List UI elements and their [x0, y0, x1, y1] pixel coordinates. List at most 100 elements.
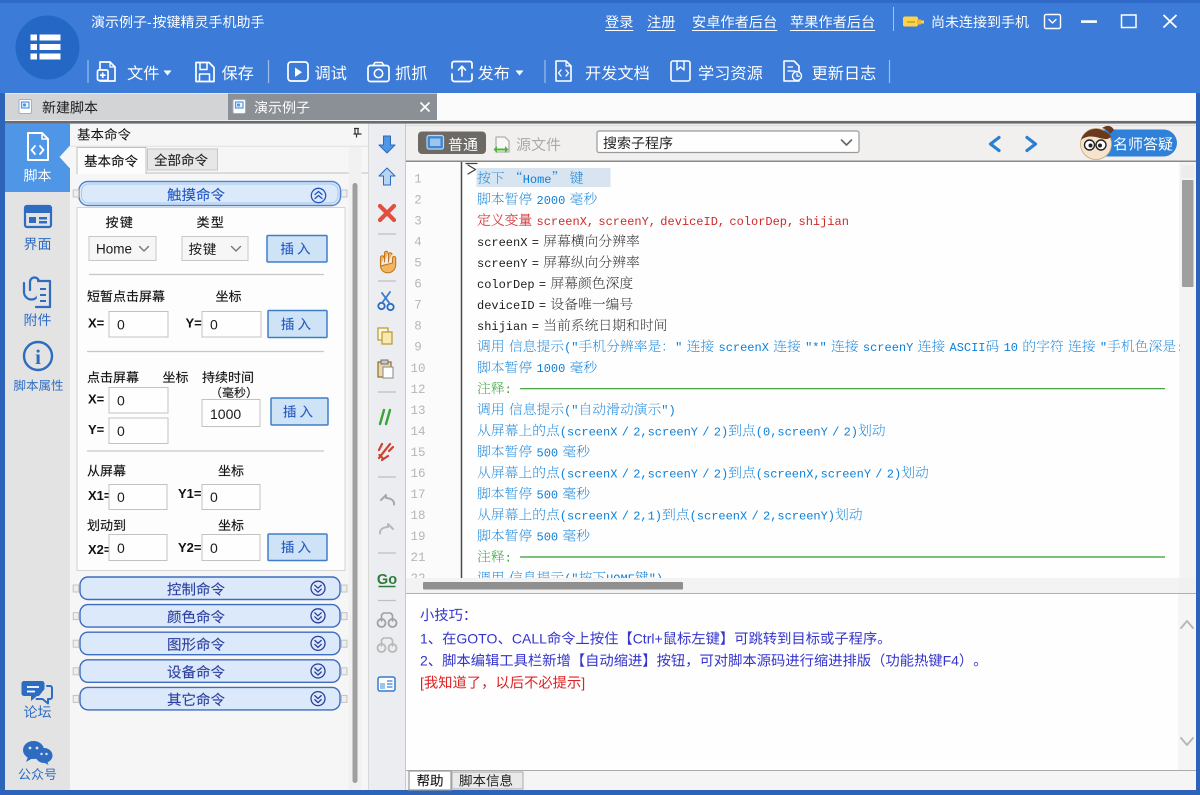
svg-text:15: 15	[410, 446, 425, 460]
svg-text:shijian: shijian	[477, 320, 527, 334]
svg-text:10: 10	[410, 362, 425, 376]
svg-text:=: =	[532, 257, 539, 271]
svg-text:]: ]	[581, 675, 585, 691]
svg-text:X1=: X1=	[88, 488, 112, 503]
svg-text:deviceID,: deviceID,	[660, 215, 725, 229]
svg-text:(screenX: (screenX	[560, 425, 618, 439]
svg-text:0: 0	[210, 317, 218, 333]
svg-text:19: 19	[410, 530, 425, 544]
svg-text:2): 2)	[714, 425, 728, 439]
svg-text:GOTO: GOTO	[456, 631, 497, 647]
svg-text:0: 0	[210, 540, 218, 556]
svg-text:6: 6	[414, 278, 422, 292]
svg-text:16: 16	[410, 467, 425, 481]
svg-text:X=: X=	[88, 392, 105, 407]
svg-text:": "	[1100, 341, 1107, 355]
svg-text:0: 0	[117, 489, 125, 505]
svg-text:screenY: screenY	[477, 257, 527, 271]
svg-text:Home: Home	[523, 173, 552, 187]
svg-text:Y=: Y=	[186, 316, 203, 331]
svg-text:2): 2)	[887, 467, 901, 481]
svg-text:(screenX: (screenX	[560, 467, 618, 481]
svg-text::: :	[505, 383, 512, 397]
svg-text:X2=: X2=	[88, 542, 112, 557]
svg-text:[: [	[420, 675, 424, 691]
svg-text:"*": "*"	[805, 341, 827, 355]
svg-text:1000: 1000	[537, 362, 566, 376]
svg-text:0: 0	[117, 540, 125, 556]
svg-text:=: =	[532, 236, 539, 250]
svg-text:9: 9	[414, 341, 422, 355]
svg-text:Y2=: Y2=	[178, 540, 202, 555]
svg-text:(": ("	[564, 341, 578, 355]
svg-text:(screenX: (screenX	[560, 509, 618, 523]
svg-text:2000: 2000	[537, 194, 566, 208]
svg-text:(0,screenY: (0,screenY	[756, 425, 828, 439]
svg-text:2: 2	[420, 653, 428, 669]
svg-text:500: 500	[537, 531, 559, 545]
svg-text:screenY: screenY	[863, 341, 913, 355]
svg-text:17: 17	[410, 488, 425, 502]
svg-text:Ctrl+: Ctrl+	[633, 631, 663, 647]
svg-text:2,screenY): 2,screenY)	[763, 509, 835, 523]
svg-text:7: 7	[414, 299, 422, 313]
svg-text:2: 2	[414, 193, 422, 207]
svg-text:21: 21	[410, 551, 425, 565]
svg-text:13: 13	[410, 404, 425, 418]
svg-text:Go: Go	[377, 572, 397, 588]
svg-text:0: 0	[117, 393, 125, 409]
svg-text:Y1=: Y1=	[178, 486, 202, 501]
svg-text:shijian: shijian	[799, 215, 849, 229]
svg-text:deviceID: deviceID	[477, 299, 535, 313]
svg-text:0: 0	[210, 489, 218, 505]
svg-text:=: =	[539, 278, 546, 292]
svg-text:2,screenY: 2,screenY	[633, 467, 698, 481]
svg-text:1: 1	[420, 631, 428, 647]
svg-text:colorDep,: colorDep,	[729, 215, 794, 229]
svg-text:2,screenY: 2,screenY	[633, 425, 698, 439]
svg-text:"): ")	[661, 404, 675, 418]
svg-text:screenX: screenX	[719, 341, 769, 355]
svg-text:CALL: CALL	[512, 631, 547, 647]
svg-text:screenY,: screenY,	[598, 215, 656, 229]
svg-text:screenX,: screenX,	[537, 215, 595, 229]
svg-text:4: 4	[414, 236, 422, 250]
svg-text:/: /	[622, 509, 629, 523]
svg-text:14: 14	[410, 425, 425, 439]
svg-text:": "	[675, 341, 682, 355]
svg-text:colorDep: colorDep	[477, 278, 535, 292]
svg-text:/: /	[702, 425, 709, 439]
svg-text::: :	[505, 552, 512, 566]
svg-text:screenX: screenX	[477, 236, 527, 250]
svg-text:(screenX,screenY: (screenX,screenY	[756, 467, 871, 481]
svg-text:-: -	[147, 14, 152, 30]
svg-text:/: /	[622, 467, 629, 481]
svg-text:(": ("	[564, 404, 578, 418]
svg-text:F4: F4	[943, 653, 960, 669]
svg-text:=: =	[539, 299, 546, 313]
svg-text:/: /	[752, 509, 759, 523]
svg-text:2): 2)	[844, 425, 858, 439]
svg-text:Y=: Y=	[88, 422, 105, 437]
svg-text:500: 500	[537, 488, 559, 502]
svg-text:/: /	[875, 467, 882, 481]
svg-text:/: /	[622, 425, 629, 439]
svg-text:1: 1	[414, 172, 422, 186]
svg-text:500: 500	[537, 446, 559, 460]
svg-text:18: 18	[410, 509, 425, 523]
svg-text:3: 3	[414, 214, 422, 228]
svg-text:i: i	[35, 345, 41, 369]
svg-text:/: /	[702, 467, 709, 481]
svg-text:2): 2)	[714, 467, 728, 481]
svg-text:5: 5	[414, 257, 422, 271]
svg-text:=: =	[532, 320, 539, 334]
svg-text:10: 10	[1004, 341, 1018, 355]
svg-text:0: 0	[117, 317, 125, 333]
svg-text:12: 12	[410, 383, 425, 397]
svg-text:1000: 1000	[210, 406, 241, 422]
svg-text:Home: Home	[96, 242, 132, 257]
svg-text:ASCII: ASCII	[950, 341, 986, 355]
svg-text:2,1): 2,1)	[633, 509, 662, 523]
svg-text:0: 0	[117, 423, 125, 439]
svg-text:8: 8	[414, 320, 422, 334]
